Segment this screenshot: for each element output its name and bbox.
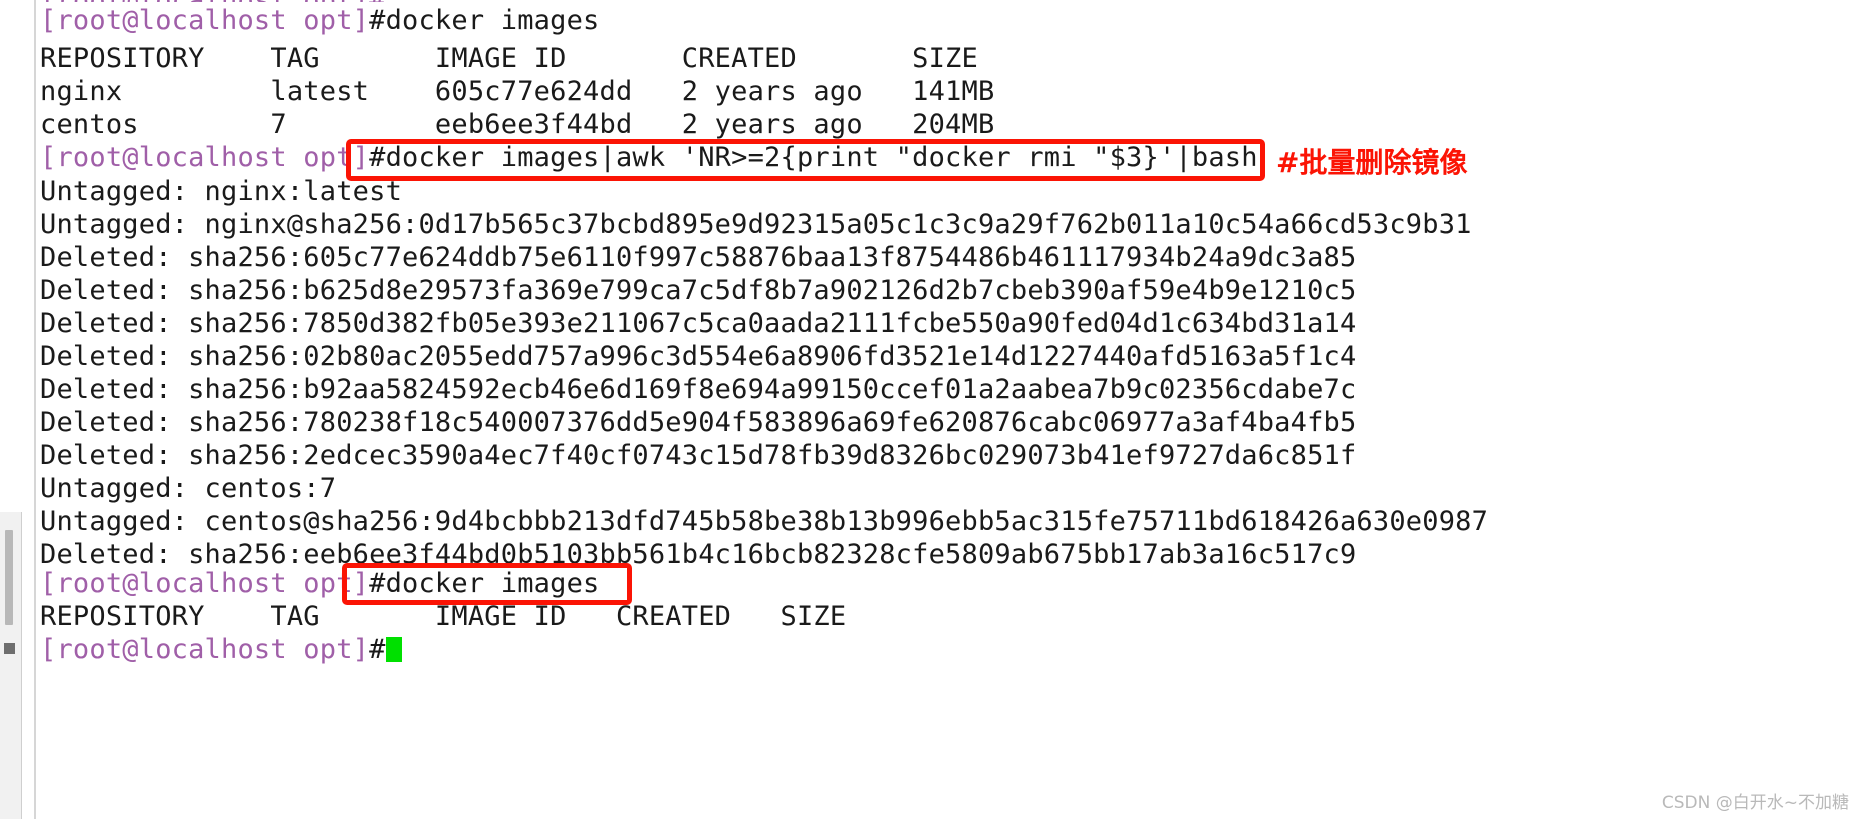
terminal-line: [root@localhost opt]#docker images (40, 567, 600, 600)
terminal-output-text: Deleted: sha256:b625d8e29573fa369e799ca7… (40, 275, 1357, 306)
terminal-line: Untagged: nginx:latest (40, 175, 402, 208)
shell-prompt: [root@localhost opt] (40, 142, 370, 173)
shell-command: #docker images (369, 5, 600, 36)
terminal-output-text: Deleted: sha256:b92aa5824592ecb46e6d169f… (40, 374, 1357, 405)
terminal-line: [root@localhost opt]#docker images|awk '… (40, 141, 1258, 174)
terminal-line: Deleted: sha256:605c77e624ddb75e6110f997… (40, 241, 1356, 274)
terminal-line: nginx latest 605c77e624dd 2 years ago 14… (40, 75, 994, 108)
terminal-line: REPOSITORY TAG IMAGE ID CREATED SIZE (40, 600, 846, 633)
terminal-output-text: Deleted: sha256:eeb6ee3f44bd0b5103bb561b… (40, 539, 1357, 570)
terminal-line: Untagged: centos@sha256:9d4bcbbb213dfd74… (40, 505, 1488, 538)
terminal-output-text: nginx latest 605c77e624dd 2 years ago 14… (40, 76, 995, 107)
terminal-line: Deleted: sha256:7850d382fb05e393e211067c… (40, 307, 1356, 340)
terminal-output-text: Deleted: sha256:780238f18c540007376dd5e9… (40, 407, 1357, 438)
shell-prompt: [root@localhost opt] (40, 5, 370, 36)
terminal-line: Deleted: sha256:02b80ac2055edd757a996c3d… (40, 340, 1356, 373)
terminal-output-text: REPOSITORY TAG IMAGE ID CREATED SIZE (40, 601, 847, 632)
shell-command: #docker images|awk 'NR>=2{print "docker … (369, 142, 1258, 173)
scrollbar-button[interactable] (4, 643, 15, 654)
terminal-window: [root@localhost opt]# [root@localhost op… (0, 0, 1863, 819)
shell-command: # (369, 634, 386, 665)
terminal-line: Deleted: sha256:b92aa5824592ecb46e6d169f… (40, 373, 1356, 406)
terminal-output-text: Deleted: sha256:605c77e624ddb75e6110f997… (40, 242, 1357, 273)
terminal-line: Deleted: sha256:2edcec3590a4ec7f40cf0743… (40, 439, 1356, 472)
terminal-output-text: Deleted: sha256:2edcec3590a4ec7f40cf0743… (40, 440, 1357, 471)
watermark-text: CSDN @白开水~不加糖 (1661, 793, 1849, 813)
terminal-output-text: Untagged: centos:7 (40, 473, 337, 504)
scrollbar-thumb[interactable] (5, 530, 13, 625)
terminal-line: [root@localhost opt]# (40, 633, 402, 666)
terminal-output-text: Deleted: sha256:02b80ac2055edd757a996c3d… (40, 341, 1357, 372)
terminal-output-text: Untagged: nginx@sha256:0d17b565c37bcbd89… (40, 209, 1472, 240)
terminal-line: REPOSITORY TAG IMAGE ID CREATED SIZE (40, 42, 978, 75)
terminal-line: [root@localhost opt]#docker images (40, 4, 600, 37)
annotation-batch-delete: #批量删除镜像 (1276, 146, 1468, 179)
terminal-left-gutter (0, 0, 36, 819)
terminal-output-text: centos 7 eeb6ee3f44bd 2 years ago 204MB (40, 109, 995, 140)
shell-command: #docker images (369, 568, 600, 599)
terminal-line: centos 7 eeb6ee3f44bd 2 years ago 204MB (40, 108, 994, 141)
shell-prompt: [root@localhost opt] (40, 568, 370, 599)
terminal-output-text: Deleted: sha256:7850d382fb05e393e211067c… (40, 308, 1357, 339)
shell-prompt: [root@localhost opt] (40, 634, 370, 665)
text-cursor (385, 637, 402, 662)
terminal-line: Deleted: sha256:b625d8e29573fa369e799ca7… (40, 274, 1356, 307)
terminal-output-text: Untagged: nginx:latest (40, 176, 403, 207)
terminal-screen[interactable]: [root@localhost opt]#docker images REPOSI… (40, 0, 1863, 819)
terminal-line: Untagged: nginx@sha256:0d17b565c37bcbd89… (40, 208, 1472, 241)
terminal-output-text: Untagged: centos@sha256:9d4bcbbb213dfd74… (40, 506, 1489, 537)
terminal-line: Untagged: centos:7 (40, 472, 336, 505)
terminal-line: Deleted: sha256:780238f18c540007376dd5e9… (40, 406, 1356, 439)
terminal-output-text: REPOSITORY TAG IMAGE ID CREATED SIZE (40, 43, 978, 74)
